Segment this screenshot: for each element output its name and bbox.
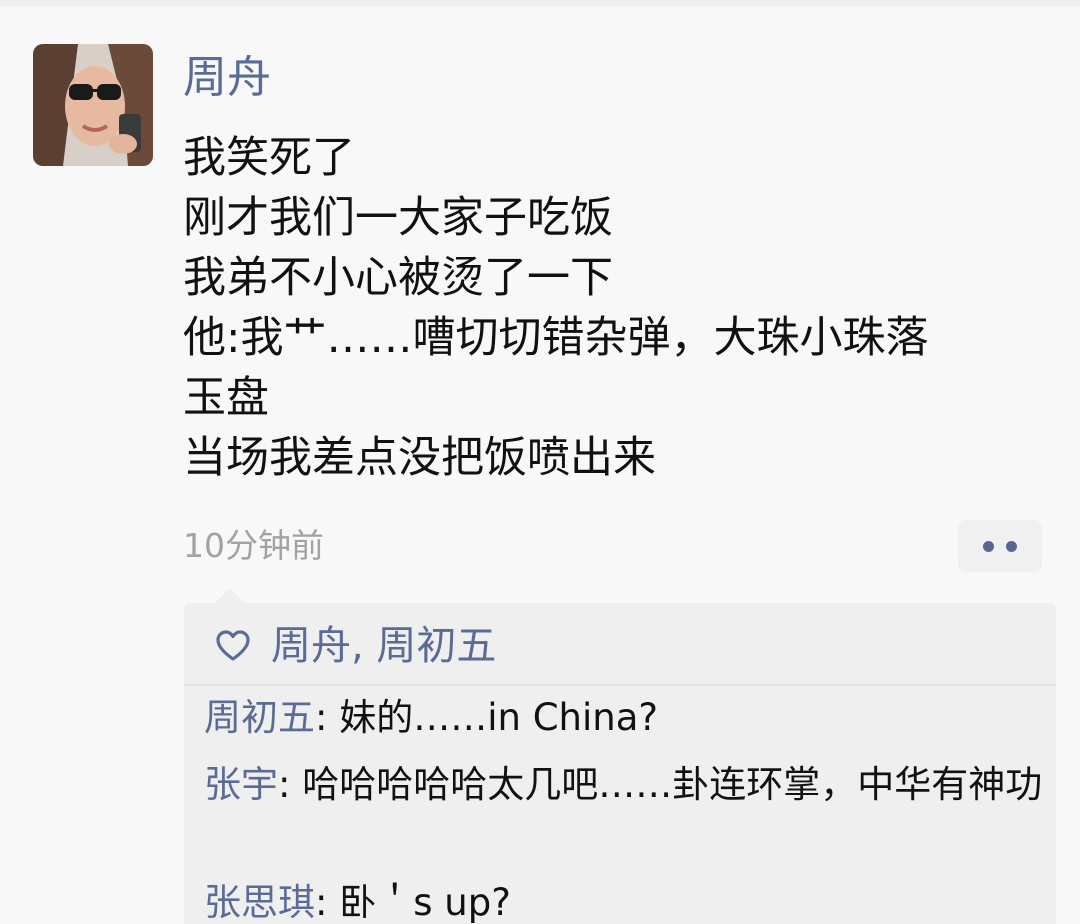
comment-text: 卧＇s up?	[339, 881, 511, 924]
comment-separator: :	[278, 763, 303, 806]
post-text-line: 玉盘	[183, 373, 269, 423]
comment-item[interactable]: 张思琪: 卧＇s up?	[204, 878, 1054, 924]
comment-item[interactable]: 张宇: 哈哈哈哈哈太几吧……卦连环掌，中华有神功	[204, 760, 1054, 810]
likes-divider	[184, 684, 1056, 686]
post-text: 我笑死了 刚才我们一大家子吃饭 我弟不小心被烫了一下 他:我艹……嘈切切错杂弹，…	[183, 128, 1043, 488]
comment-item[interactable]: 周初五: 妹的……in China?	[204, 693, 1054, 743]
comment-text: 妹的……in China?	[339, 696, 659, 739]
comment-text: 哈哈哈哈哈太几吧……卦连环掌，中华有神功	[302, 763, 1043, 806]
post-text-line: 刚才我们一大家子吃饭	[183, 193, 613, 243]
post-text-line: 当场我差点没把饭喷出来	[183, 433, 656, 483]
comment-author[interactable]: 周初五	[204, 696, 315, 739]
comment-author[interactable]: 张宇	[204, 763, 278, 806]
moments-screen: 周舟 我笑死了 刚才我们一大家子吃饭 我弟不小心被烫了一下 他:我艹……嘈切切错…	[0, 0, 1080, 924]
more-actions-button[interactable]	[958, 520, 1042, 572]
post-author-name[interactable]: 周舟	[183, 50, 271, 106]
post-text-line: 他:我艹……嘈切切错杂弹，大珠小珠落	[183, 313, 929, 363]
heart-icon	[216, 630, 250, 661]
likes-row: 周舟, 周初五	[213, 616, 496, 676]
avatar-photo	[33, 44, 153, 166]
interaction-box-pointer	[214, 588, 246, 604]
post-text-line: 我弟不小心被烫了一下	[183, 253, 613, 303]
comment-separator: :	[315, 881, 340, 924]
likes-names[interactable]: 周舟, 周初五	[271, 618, 496, 674]
comment-separator: :	[315, 696, 340, 739]
ellipsis-dot-icon	[983, 540, 994, 552]
comment-author[interactable]: 张思琪	[204, 881, 315, 924]
post-text-line: 我笑死了	[183, 133, 355, 183]
post-timestamp: 10分钟前	[183, 526, 324, 565]
moments-post: 周舟 我笑死了 刚才我们一大家子吃饭 我弟不小心被烫了一下 他:我艹……嘈切切错…	[0, 0, 1080, 924]
ellipsis-dot-icon	[1006, 540, 1017, 552]
avatar[interactable]	[33, 44, 153, 166]
